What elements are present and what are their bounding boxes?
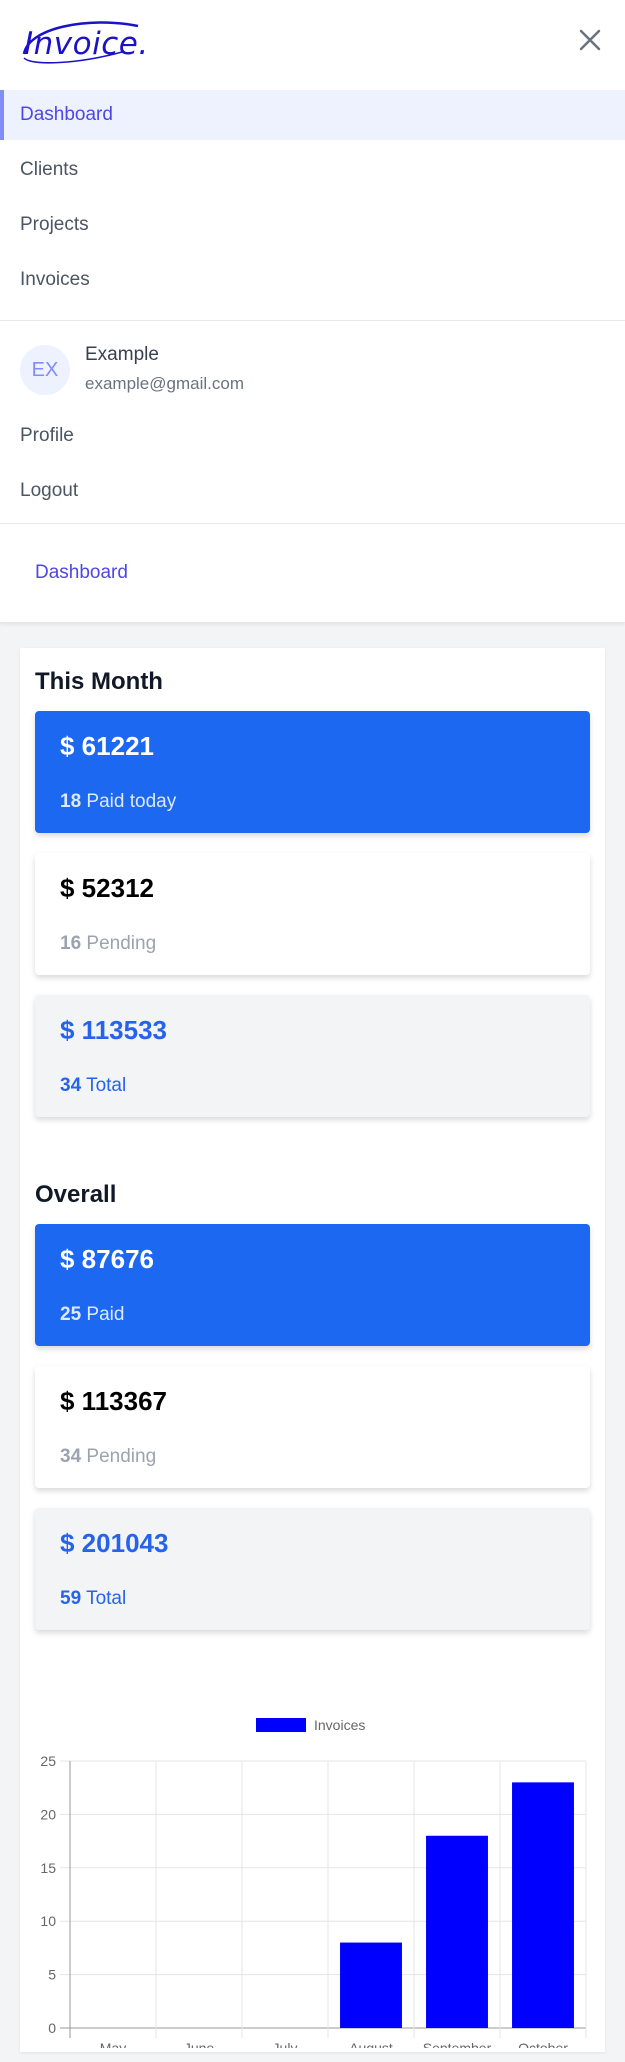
y-tick-label: 15 (40, 1860, 56, 1876)
avatar: EX (20, 345, 70, 395)
card-amount: $ 87676 (60, 1244, 154, 1274)
card-label: Pending (86, 933, 157, 954)
user-email: example@gmail.com (85, 374, 244, 393)
overall-title: Overall (35, 1181, 117, 1208)
card-count: 59 (60, 1588, 82, 1609)
nav-item-clients[interactable]: Clients (0, 145, 625, 195)
card-label: Pending (86, 1446, 157, 1467)
card-amount: $ 61221 (60, 731, 154, 761)
this-month-title: This Month (35, 668, 163, 695)
y-tick-label: 0 (48, 2020, 56, 2036)
x-tick-label: May (100, 2040, 126, 2048)
card-subtitle: 16 Pending (60, 933, 156, 955)
y-tick-label: 25 (40, 1753, 56, 1769)
y-tick-label: 5 (48, 1967, 56, 1983)
x-tick-label: September (423, 2040, 492, 2048)
dashboard-panel: This Month $ 61221 18 Paid today $ 52312… (20, 648, 605, 2052)
card-count: 18 (60, 791, 82, 812)
card-amount: $ 52312 (60, 873, 154, 903)
legend-label: Invoices (314, 1717, 365, 1733)
menu-divider (0, 523, 625, 524)
y-tick-label: 10 (40, 1913, 56, 1929)
this-month-total-card: $ 113533 34 Total (35, 995, 590, 1117)
overall-total-card: $ 201043 59 Total (35, 1508, 590, 1630)
card-count: 25 (60, 1304, 82, 1325)
card-count: 34 (60, 1075, 82, 1096)
invoice-logo[interactable]: Invoice. (18, 14, 148, 69)
this-month-paid-card: $ 61221 18 Paid today (35, 711, 590, 833)
nav-item-invoices[interactable]: Invoices (0, 255, 625, 305)
bar (512, 1782, 574, 2028)
breadcrumb-dashboard[interactable]: Dashboard (35, 562, 128, 584)
card-count: 34 (60, 1446, 82, 1467)
x-tick-label: June (184, 2040, 215, 2048)
nav-item-projects[interactable]: Projects (0, 200, 625, 250)
x-tick-label: July (273, 2040, 298, 2048)
card-amount: $ 113533 (60, 1015, 168, 1045)
card-amount: $ 113367 (60, 1386, 168, 1416)
close-button[interactable] (574, 24, 606, 56)
sidebar-menu: Invoice. Dashboard Clients Projects Invo… (0, 0, 625, 623)
card-amount: $ 201043 (60, 1528, 169, 1558)
card-subtitle: 25 Paid (60, 1304, 124, 1326)
bar (426, 1835, 488, 2028)
user-name: Example (85, 344, 159, 365)
card-subtitle: 59 Total (60, 1588, 126, 1610)
close-icon (579, 29, 601, 51)
legend-swatch (256, 1718, 306, 1732)
y-tick-label: 20 (40, 1806, 56, 1822)
overall-paid-card: $ 87676 25 Paid (35, 1224, 590, 1346)
bar (340, 1942, 402, 2028)
card-label: Paid today (86, 791, 177, 812)
card-subtitle: 18 Paid today (60, 791, 176, 813)
card-count: 16 (60, 933, 82, 954)
menu-item-logout[interactable]: Logout (0, 466, 625, 516)
menu-item-profile[interactable]: Profile (0, 411, 625, 461)
x-tick-label: October (518, 2040, 568, 2048)
card-label: Paid (86, 1304, 125, 1325)
logo-text: Invoice. (24, 26, 149, 62)
overall-pending-card: $ 113367 34 Pending (35, 1366, 590, 1488)
x-tick-label: August (349, 2040, 393, 2048)
card-label: Total (86, 1075, 127, 1096)
card-subtitle: 34 Total (60, 1075, 126, 1097)
this-month-pending-card: $ 52312 16 Pending (35, 853, 590, 975)
card-label: Total (86, 1588, 127, 1609)
nav-divider (0, 320, 625, 321)
nav-item-dashboard[interactable]: Dashboard (0, 90, 625, 140)
invoices-bar-chart: Invoices 0 5 10 15 20 25 May June July August Septe… (40, 1717, 587, 2048)
card-subtitle: 34 Pending (60, 1446, 156, 1468)
